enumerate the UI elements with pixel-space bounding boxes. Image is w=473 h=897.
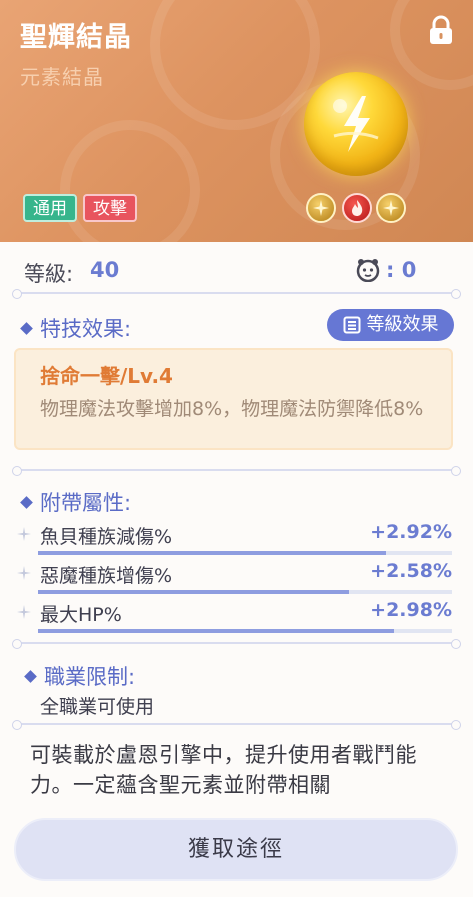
lightning-icon	[333, 96, 379, 152]
attribute-name: 最大HP%	[40, 604, 122, 626]
lock-icon[interactable]	[427, 15, 455, 45]
divider	[12, 639, 461, 649]
skill-section-title: 特技效果:	[20, 313, 131, 343]
divider	[12, 289, 461, 299]
attribute-value: +2.98%	[370, 599, 452, 621]
attribute-bar-fill	[38, 590, 349, 594]
header-pattern	[60, 120, 200, 242]
attributes-section-title: 附帶屬性:	[20, 487, 131, 517]
item-header: 聖輝結晶 元素結晶 通用 攻擊	[0, 0, 473, 242]
sparkle-icon	[17, 605, 31, 619]
diamond-icon	[20, 495, 33, 509]
attribute-bar-fill	[38, 629, 395, 633]
attribute-row: 惡魔種族增傷% +2.58%	[16, 559, 457, 594]
acquire-button[interactable]: 獲取途徑	[14, 818, 458, 881]
attribute-bar	[38, 590, 452, 594]
pet-face-icon	[356, 259, 380, 282]
skill-name: 捨命一擊/Lv.4	[40, 364, 173, 388]
pet-count-value: : 0	[386, 258, 417, 282]
restriction-section-title: 職業限制:	[24, 661, 135, 691]
attribute-bar	[38, 629, 452, 633]
attribute-bar-fill	[38, 551, 386, 555]
level-value: 40	[90, 258, 120, 282]
item-subtitle: 元素結晶	[20, 65, 104, 89]
item-title: 聖輝結晶	[20, 22, 132, 53]
restriction-value: 全職業可使用	[40, 696, 155, 718]
level-label: 等級:	[24, 262, 74, 286]
fire-element-icon	[342, 193, 372, 223]
skill-description: 物理魔法攻擊增加8%，物理魔法防禦降低8%	[40, 398, 424, 420]
gold-gem-icon	[376, 193, 406, 223]
attribute-name: 魚貝種族減傷%	[40, 526, 173, 548]
sparkle-icon	[17, 566, 31, 580]
level-effect-button[interactable]: 等級效果	[327, 309, 454, 341]
item-detail-card: 聖輝結晶 元素結晶 通用 攻擊 等級: 40: 0 特技效果: 等級效果 捨命…	[0, 0, 473, 897]
level-effect-button-label: 等級效果	[366, 314, 439, 335]
item-tags: 通用 攻擊	[23, 194, 137, 222]
diamond-icon	[20, 321, 33, 335]
sparkle-icon	[17, 527, 31, 541]
diamond-icon	[24, 669, 37, 683]
tag-general: 通用	[23, 194, 77, 222]
gold-gem-icon	[306, 193, 336, 223]
attribute-name: 惡魔種族增傷%	[40, 565, 173, 587]
attribute-value: +2.58%	[370, 560, 452, 582]
divider	[12, 720, 461, 730]
list-icon	[343, 316, 360, 334]
item-description: 可裝載於盧恩引擎中，提升使用者戰鬥能力。一定蘊含聖元素並附帶相關	[30, 743, 417, 797]
skill-box: 捨命一擊/Lv.4 物理魔法攻擊增加8%，物理魔法防禦降低8%	[14, 348, 453, 450]
attribute-bar	[38, 551, 452, 555]
tag-attack: 攻擊	[83, 194, 137, 222]
crystal-orb-icon	[304, 72, 408, 176]
attribute-row: 最大HP% +2.98%	[16, 598, 457, 633]
attribute-value: +2.92%	[370, 521, 452, 543]
divider	[12, 466, 461, 476]
attribute-row: 魚貝種族減傷% +2.92%	[16, 520, 457, 555]
